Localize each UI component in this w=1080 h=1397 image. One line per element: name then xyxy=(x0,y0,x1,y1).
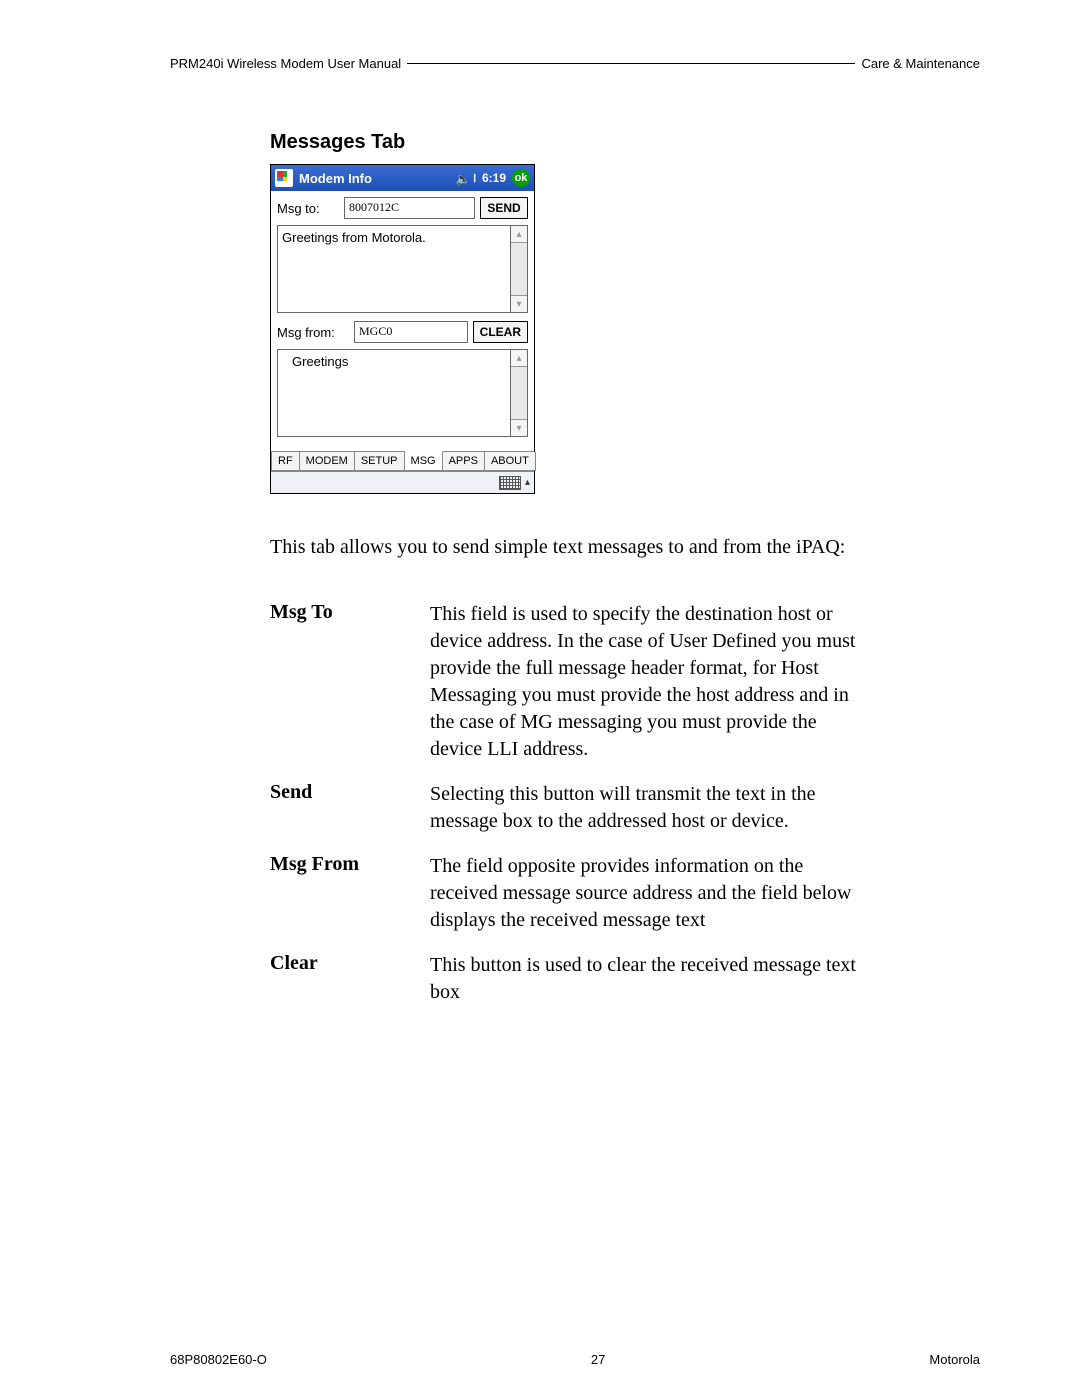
clear-button[interactable]: CLEAR xyxy=(473,321,528,343)
def-desc-msg-from: The field opposite provides information … xyxy=(430,853,860,934)
sip-up-icon[interactable]: ▴ xyxy=(525,477,530,488)
msg-from-input[interactable]: MGC0 xyxy=(354,321,468,343)
clock-text: 6:19 xyxy=(482,171,506,185)
header-left: PRM240i Wireless Modem User Manual xyxy=(170,56,401,71)
intro-paragraph: This tab allows you to send simple text … xyxy=(270,534,860,561)
tab-setup[interactable]: SETUP xyxy=(355,452,405,471)
scroll-down-icon[interactable]: ▾ xyxy=(511,419,527,436)
keyboard-icon[interactable] xyxy=(499,476,521,490)
footer-left: 68P80802E60-O xyxy=(170,1352,267,1367)
page-header: PRM240i Wireless Modem User Manual Care … xyxy=(170,56,980,71)
definition-list: Msg To This field is used to specify the… xyxy=(270,601,860,1006)
def-term-clear: Clear xyxy=(270,952,430,1006)
tab-bar: RF MODEM SETUP MSG APPS ABOUT xyxy=(271,451,534,471)
incoming-message-textarea[interactable]: Greetings xyxy=(277,349,510,437)
tab-apps[interactable]: APPS xyxy=(443,452,485,471)
windows-logo-icon[interactable] xyxy=(275,169,293,187)
ok-button[interactable]: ok xyxy=(512,169,530,187)
def-desc-send: Selecting this button will transmit the … xyxy=(430,781,860,835)
section-title: Messages Tab xyxy=(270,131,860,154)
header-right: Care & Maintenance xyxy=(861,56,980,71)
scroll-down-icon[interactable]: ▾ xyxy=(511,295,527,312)
outgoing-message-textarea[interactable]: Greetings from Motorola. xyxy=(277,225,510,313)
tab-modem[interactable]: MODEM xyxy=(300,452,355,471)
def-term-send: Send xyxy=(270,781,430,835)
tab-msg[interactable]: MSG xyxy=(405,451,443,471)
msg-to-label: Msg to: xyxy=(277,201,339,216)
footer-page-number: 27 xyxy=(591,1352,605,1367)
def-desc-msg-to: This field is used to specify the destin… xyxy=(430,601,860,763)
signal-icon: ⧘ xyxy=(473,171,476,186)
msg-from-label: Msg from: xyxy=(277,325,349,340)
def-desc-clear: This button is used to clear the receive… xyxy=(430,952,860,1006)
window-titlebar: Modem Info ⧘ 6:19 ok xyxy=(271,165,534,191)
header-rule xyxy=(407,63,855,64)
speaker-icon[interactable] xyxy=(456,171,471,186)
page-footer: 68P80802E60-O 27 Motorola xyxy=(170,1322,980,1367)
scroll-up-icon[interactable]: ▴ xyxy=(511,350,527,367)
footer-right: Motorola xyxy=(929,1352,980,1367)
def-term-msg-from: Msg From xyxy=(270,853,430,934)
window-title: Modem Info xyxy=(299,171,372,186)
incoming-scrollbar[interactable]: ▴ ▾ xyxy=(510,349,528,437)
task-bar: ▴ xyxy=(271,471,534,493)
send-button[interactable]: SEND xyxy=(480,197,528,219)
def-term-msg-to: Msg To xyxy=(270,601,430,763)
outgoing-scrollbar[interactable]: ▴ ▾ xyxy=(510,225,528,313)
tab-about[interactable]: ABOUT xyxy=(485,452,536,471)
scroll-up-icon[interactable]: ▴ xyxy=(511,226,527,243)
tab-rf[interactable]: RF xyxy=(271,452,300,471)
msg-to-input[interactable]: 8007012C xyxy=(344,197,475,219)
device-screenshot: Modem Info ⧘ 6:19 ok Msg to: 8007012C SE… xyxy=(270,164,535,494)
